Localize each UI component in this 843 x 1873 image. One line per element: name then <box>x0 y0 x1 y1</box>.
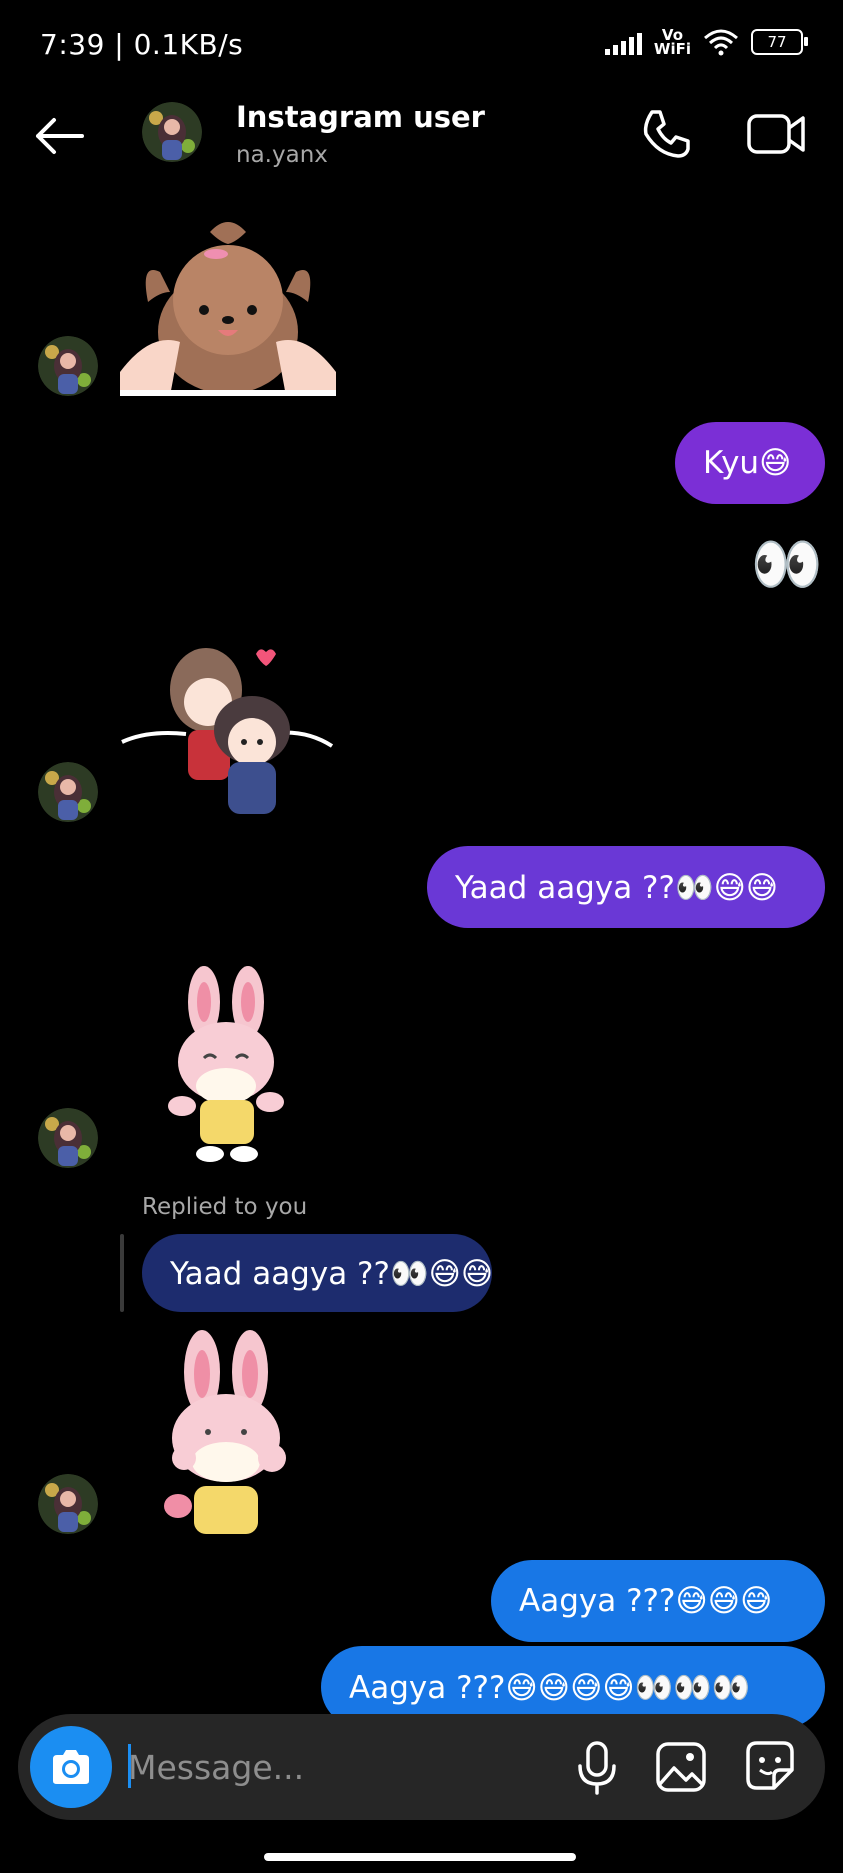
battery-icon: 77 <box>751 29 808 55</box>
sent-message[interactable]: Kyu😅 <box>675 422 825 504</box>
wifi-icon <box>704 29 738 56</box>
video-call-icon[interactable] <box>745 106 807 162</box>
text-caret <box>128 1744 131 1788</box>
status-icons: Vo WiFi 77 <box>604 26 808 58</box>
microphone-icon[interactable] <box>574 1740 620 1796</box>
signal-icon <box>604 29 642 55</box>
sent-message[interactable]: Aagya ???😅😅😅 <box>491 1560 825 1642</box>
contact-username[interactable]: na.yanx <box>236 142 328 168</box>
chat-header: Instagram user na.yanx <box>0 90 843 180</box>
quoted-message[interactable]: Yaad aagya ??👀😅😅 <box>142 1234 493 1312</box>
bunny-waving-sticker[interactable] <box>164 966 294 1166</box>
camera-icon <box>53 1750 89 1784</box>
camera-button[interactable] <box>30 1726 112 1808</box>
bunny-cheeks-sticker[interactable] <box>160 1328 300 1534</box>
phone-icon[interactable] <box>638 106 694 162</box>
vowifi-icon: Vo WiFi <box>653 26 691 58</box>
message-composer <box>18 1714 825 1820</box>
reply-label: Replied to you <box>142 1194 308 1220</box>
sender-avatar[interactable] <box>38 1108 98 1168</box>
sticker-icon[interactable] <box>742 1738 798 1794</box>
puppy-sticker[interactable] <box>120 212 336 396</box>
message-input[interactable] <box>128 1740 548 1794</box>
sender-avatar[interactable] <box>38 1474 98 1534</box>
sent-emoji[interactable]: 👀 <box>751 530 823 599</box>
couple-sticker[interactable] <box>118 630 340 826</box>
status-bar: 7:39 | 0.1KB/s Vo WiFi 77 <box>0 0 843 90</box>
sender-avatar[interactable] <box>38 762 98 822</box>
status-time: 7:39 | 0.1KB/s <box>40 28 244 61</box>
contact-name[interactable]: Instagram user <box>236 100 485 134</box>
reply-divider <box>120 1234 124 1312</box>
battery-level: 77 <box>767 33 787 51</box>
contact-avatar[interactable] <box>142 102 202 162</box>
sent-message[interactable]: Yaad aagya ??👀😅😅 <box>427 846 825 928</box>
back-arrow-icon[interactable] <box>30 112 86 160</box>
sender-avatar[interactable] <box>38 336 98 396</box>
home-indicator[interactable] <box>264 1853 576 1861</box>
gallery-icon[interactable] <box>654 1740 708 1794</box>
